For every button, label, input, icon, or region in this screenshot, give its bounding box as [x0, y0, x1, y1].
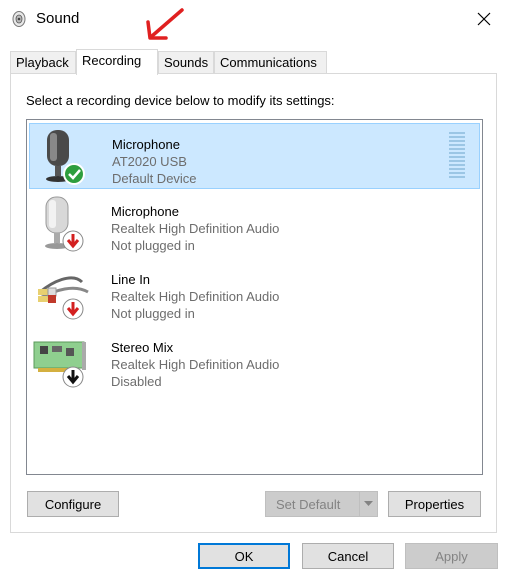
device-name: Microphone [111, 204, 179, 219]
microphone-icon [46, 130, 85, 185]
device-list[interactable]: Microphone AT2020 USB Default Device Mic… [26, 119, 483, 475]
disabled-arrow-badge [62, 366, 84, 388]
button-label: Configure [44, 496, 102, 512]
set-default-dropdown[interactable] [359, 492, 377, 516]
title-bar: Sound [0, 0, 507, 38]
device-status: Disabled [111, 374, 162, 389]
set-default-button[interactable]: Set Default [265, 491, 378, 517]
unplugged-arrow-badge [62, 230, 84, 252]
tab-communications[interactable]: Communications [214, 51, 327, 74]
device-status: Default Device [112, 171, 197, 186]
device-item[interactable]: Stereo Mix Realtek High Definition Audio… [29, 327, 480, 393]
line-in-cable-icon [38, 276, 89, 320]
sound-card-icon [33, 341, 86, 388]
tab-label: Recording [82, 53, 142, 68]
device-status: Not plugged in [111, 306, 195, 321]
tab-sounds[interactable]: Sounds [158, 51, 214, 74]
device-detail: Realtek High Definition Audio [111, 357, 280, 372]
unplugged-arrow-badge [62, 298, 84, 320]
level-meter [449, 132, 465, 182]
tab-label: Sounds [164, 55, 209, 70]
default-check-badge [63, 163, 85, 185]
cancel-button[interactable]: Cancel [302, 543, 394, 569]
button-label: Properties [404, 496, 465, 512]
instruction-text: Select a recording device below to modif… [26, 93, 335, 108]
device-detail: AT2020 USB [112, 154, 187, 169]
tab-recording[interactable]: Recording [76, 49, 158, 75]
device-status: Not plugged in [111, 238, 195, 253]
close-icon [477, 12, 491, 26]
tab-playback[interactable]: Playback [10, 51, 76, 74]
chevron-down-icon [364, 501, 373, 506]
microphone-icon [45, 196, 84, 252]
window-title: Sound [36, 10, 80, 27]
button-label: Apply [435, 548, 468, 564]
apply-button[interactable]: Apply [405, 543, 498, 569]
tab-label: Communications [220, 55, 317, 70]
device-item[interactable]: Microphone Realtek High Definition Audio… [29, 191, 480, 257]
tab-label: Playback [16, 55, 69, 70]
device-name: Stereo Mix [111, 340, 174, 355]
ok-button[interactable]: OK [198, 543, 290, 569]
device-detail: Realtek High Definition Audio [111, 221, 280, 236]
close-button[interactable] [461, 0, 507, 38]
device-detail: Realtek High Definition Audio [111, 289, 280, 304]
device-item[interactable]: Line In Realtek High Definition Audio No… [29, 259, 480, 325]
configure-button[interactable]: Configure [27, 491, 119, 517]
button-label: Cancel [327, 548, 369, 564]
device-name: Line In [111, 272, 151, 287]
button-label: OK [234, 548, 254, 564]
device-name: Microphone [112, 137, 180, 152]
annotation-arrow-icon [146, 8, 184, 40]
speaker-icon [12, 11, 26, 27]
button-label: Set Default [276, 496, 341, 512]
properties-button[interactable]: Properties [388, 491, 481, 517]
device-item[interactable]: Microphone AT2020 USB Default Device [29, 123, 480, 189]
